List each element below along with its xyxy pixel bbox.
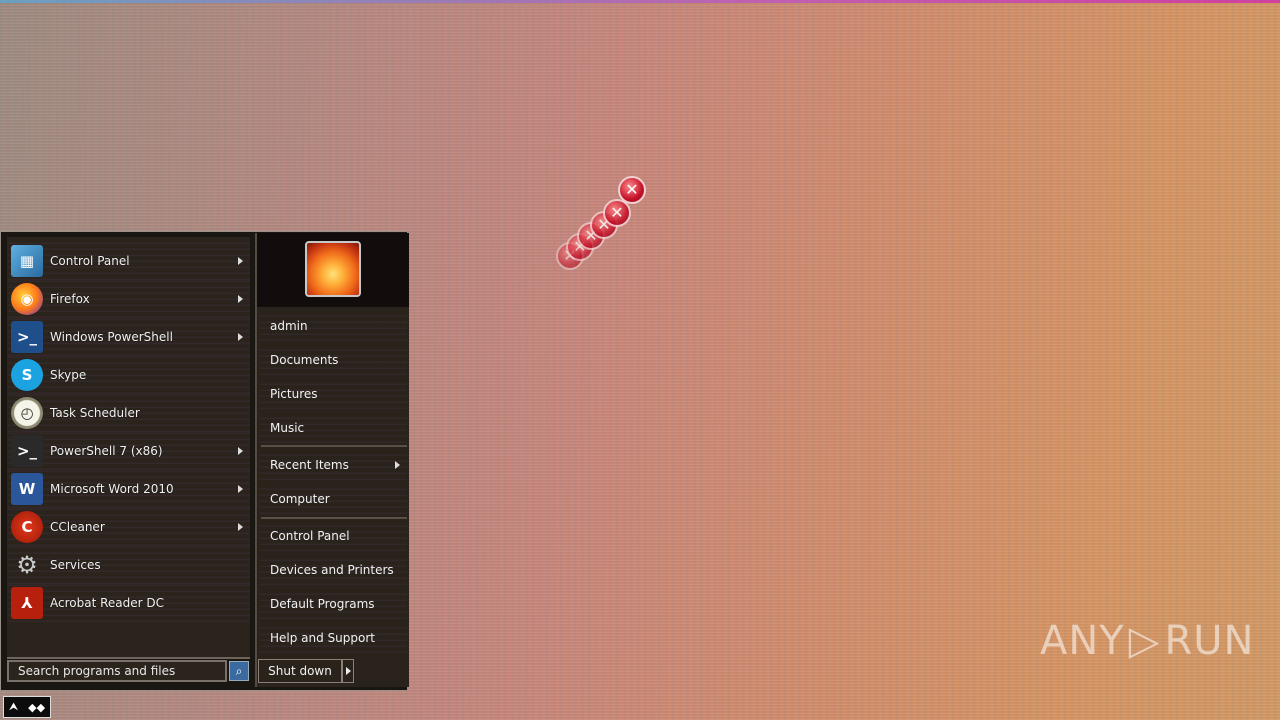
firefox-icon: ◉ — [11, 283, 43, 315]
cursor-icon: ⮝ — [8, 700, 19, 713]
submenu-arrow-icon — [238, 295, 243, 303]
program-label: Control Panel — [50, 254, 130, 268]
skype-icon: S — [11, 359, 43, 391]
anyrun-watermark: ANY ▷ RUN — [1040, 612, 1254, 670]
program-firefox[interactable]: ◉ Firefox — [7, 280, 250, 318]
link-label: Documents — [270, 353, 339, 367]
link-label: Control Panel — [270, 529, 350, 543]
link-pictures[interactable]: Pictures — [259, 379, 407, 409]
user-picture-area — [257, 233, 409, 307]
program-services[interactable]: ⚙ Services — [7, 546, 250, 584]
link-label: Devices and Printers — [270, 563, 394, 577]
link-label: admin — [270, 319, 308, 333]
program-label: Acrobat Reader DC — [50, 596, 164, 610]
error-icon: ✕ — [566, 233, 594, 261]
word-icon: W — [11, 473, 43, 505]
link-music[interactable]: Music — [259, 413, 407, 443]
program-powershell7[interactable]: >_ PowerShell 7 (x86) — [7, 432, 250, 470]
submenu-arrow-icon — [238, 333, 243, 341]
user-avatar[interactable] — [305, 241, 361, 297]
error-icon: ✕ — [556, 242, 584, 270]
link-devices-printers[interactable]: Devices and Printers — [259, 555, 407, 585]
powershell-icon: >_ — [11, 321, 43, 353]
submenu-arrow-icon — [238, 523, 243, 531]
search-icon[interactable]: ⌕ — [229, 661, 249, 681]
error-icon: ✕ — [577, 222, 605, 250]
link-computer[interactable]: Computer — [259, 484, 407, 514]
program-control-panel[interactable]: ▦ Control Panel — [7, 242, 250, 280]
program-label: Services — [50, 558, 101, 572]
program-task-scheduler[interactable]: ◴ Task Scheduler — [7, 394, 250, 432]
desktop-top-edge — [0, 0, 1280, 3]
taskbar: ⮝ ◆◆ — [0, 694, 1280, 720]
link-user-folder[interactable]: admin — [259, 311, 407, 341]
link-label: Pictures — [270, 387, 318, 401]
program-label: Firefox — [50, 292, 90, 306]
program-word[interactable]: W Microsoft Word 2010 — [7, 470, 250, 508]
program-label: Microsoft Word 2010 — [50, 482, 174, 496]
link-label: Computer — [270, 492, 330, 506]
program-label: PowerShell 7 (x86) — [50, 444, 163, 458]
link-label: Music — [270, 421, 305, 435]
chevron-right-icon — [345, 667, 351, 675]
submenu-arrow-icon — [238, 447, 243, 455]
program-label: Windows PowerShell — [50, 330, 173, 344]
program-label: Task Scheduler — [50, 406, 140, 420]
link-recent-items[interactable]: Recent Items — [259, 450, 407, 480]
play-logo-icon: ▷ — [1128, 618, 1161, 664]
ccleaner-icon: C — [11, 511, 43, 543]
programs-pane: ▦ Control Panel ◉ Firefox >_ Windows Pow… — [7, 237, 250, 659]
error-icon: ✕ — [603, 199, 631, 227]
shutdown-options-button[interactable] — [342, 659, 354, 683]
link-label: Help and Support — [270, 631, 375, 645]
link-documents[interactable]: Documents — [259, 345, 407, 375]
link-default-programs[interactable]: Default Programs — [259, 589, 407, 619]
program-acrobat-reader[interactable]: ⅄ Acrobat Reader DC — [7, 584, 250, 622]
program-label: Skype — [50, 368, 87, 382]
watermark-text-right: RUN — [1164, 618, 1255, 664]
program-ccleaner[interactable]: C CCleaner — [7, 508, 250, 546]
divider — [261, 445, 407, 447]
watermark-text-left: ANY — [1040, 618, 1125, 664]
submenu-arrow-icon — [395, 461, 400, 469]
link-help-support[interactable]: Help and Support — [259, 623, 407, 653]
services-gear-icon: ⚙ — [16, 551, 38, 579]
divider — [261, 517, 407, 519]
places-pane: admin Documents Pictures Music Recent It… — [255, 233, 409, 687]
powershell7-icon: >_ — [11, 435, 43, 467]
program-skype[interactable]: S Skype — [7, 356, 250, 394]
acrobat-icon: ⅄ — [11, 587, 43, 619]
error-icon: ✕ — [618, 176, 646, 204]
submenu-arrow-icon — [238, 257, 243, 265]
start-button[interactable]: ⮝ ◆◆ — [3, 696, 51, 718]
task-scheduler-icon: ◴ — [11, 397, 43, 429]
start-menu: ▦ Control Panel ◉ Firefox >_ Windows Pow… — [0, 231, 409, 691]
program-windows-powershell[interactable]: >_ Windows PowerShell — [7, 318, 250, 356]
link-label: Default Programs — [270, 597, 375, 611]
shutdown-button[interactable]: Shut down — [258, 659, 342, 683]
windows-logo-icon: ◆◆ — [28, 700, 46, 714]
program-label: CCleaner — [50, 520, 105, 534]
control-panel-icon: ▦ — [11, 245, 43, 277]
submenu-arrow-icon — [238, 485, 243, 493]
search-input[interactable]: Search programs and files — [7, 660, 227, 682]
link-label: Recent Items — [270, 458, 349, 472]
link-control-panel[interactable]: Control Panel — [259, 521, 407, 551]
error-icon: ✕ — [590, 211, 618, 239]
